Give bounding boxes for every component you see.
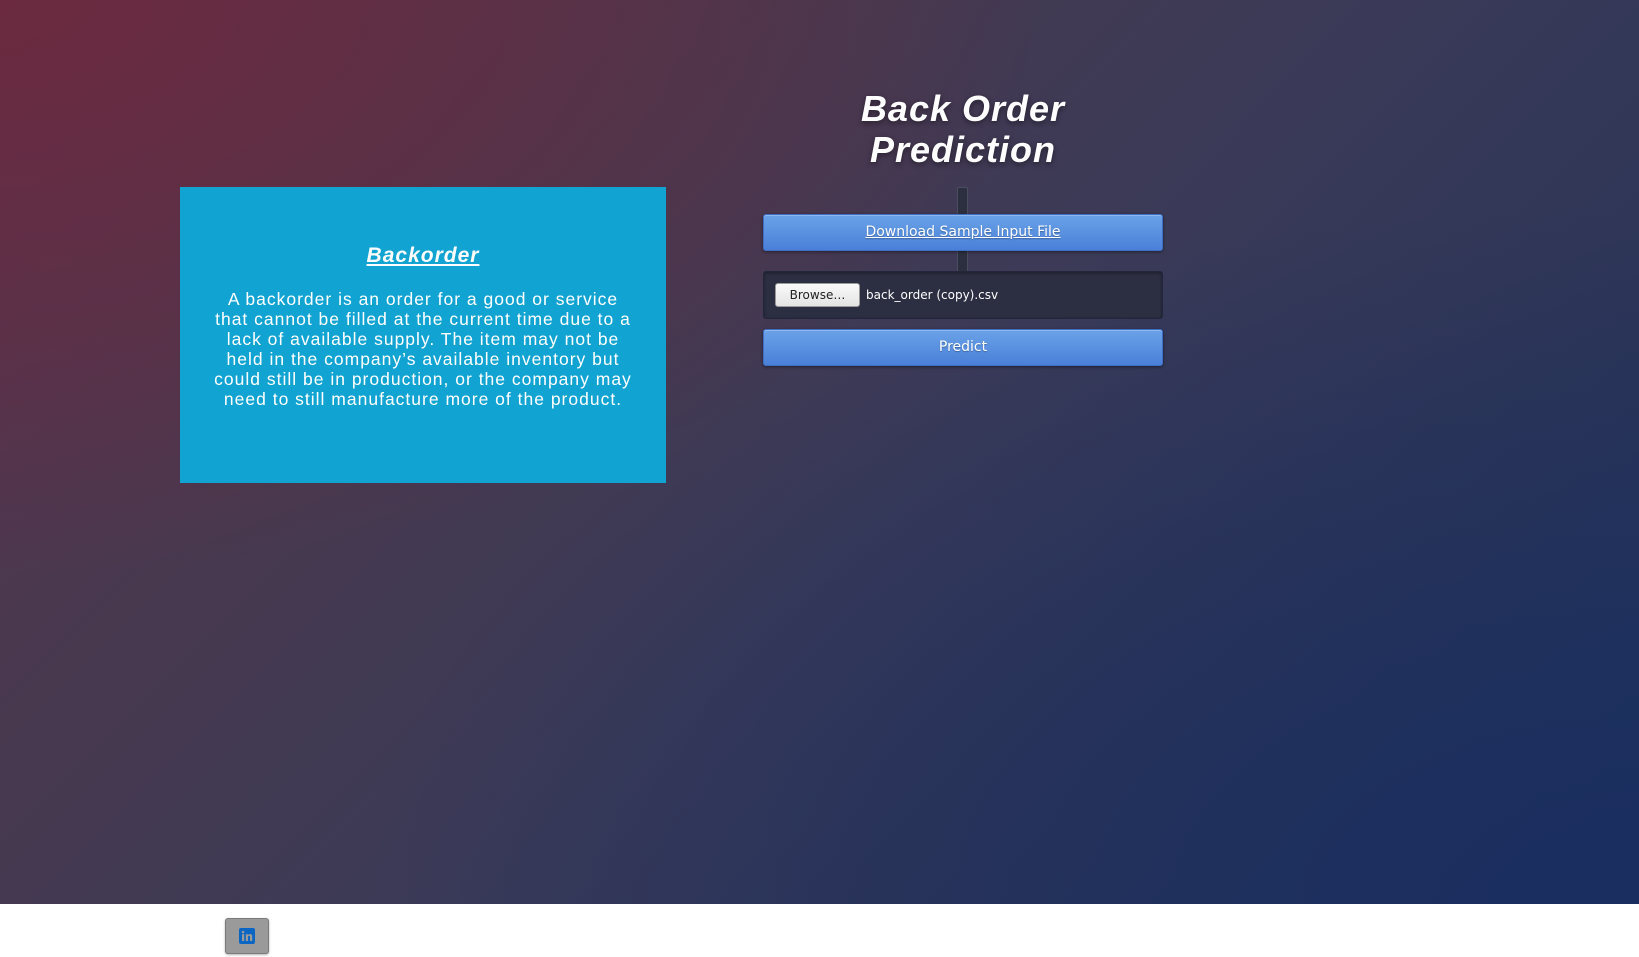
download-sample-button[interactable]: Download Sample Input File (763, 214, 1163, 251)
page-title: Back Order Prediction (763, 88, 1163, 170)
linkedin-button[interactable] (225, 918, 269, 954)
selected-file-name: back_order (copy).csv (866, 288, 999, 302)
info-card-body: A backorder is an order for a good or se… (214, 289, 632, 409)
predict-button[interactable]: Predict (763, 329, 1163, 366)
file-upload-field[interactable]: Browse… back_order (copy).csv (763, 271, 1163, 319)
backorder-info-card: Backorder A backorder is an order for a … (180, 187, 666, 483)
page-title-line2: Prediction (869, 129, 1057, 170)
info-card-heading: Backorder (366, 244, 480, 267)
browse-button[interactable]: Browse… (775, 283, 860, 307)
hero-background: Backorder A backorder is an order for a … (0, 0, 1639, 904)
footer (0, 904, 1639, 957)
page-title-line1: Back Order (860, 88, 1066, 129)
linkedin-icon (239, 928, 255, 944)
